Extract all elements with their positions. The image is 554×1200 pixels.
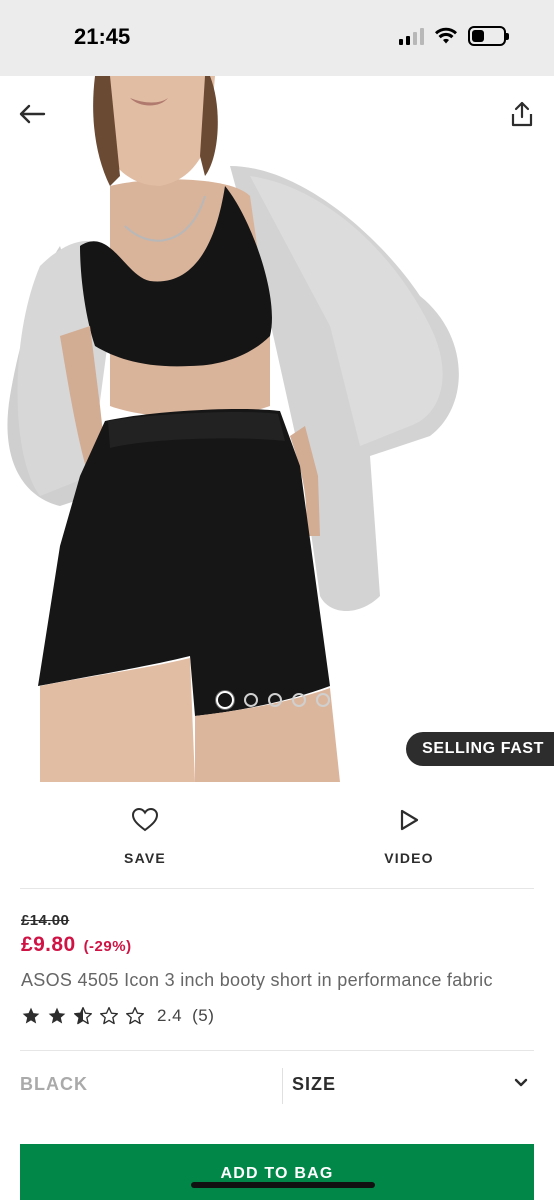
status-bar: 21:45: [0, 0, 554, 76]
discount-percent: (-29%): [83, 938, 132, 955]
home-indicator[interactable]: [191, 1182, 375, 1188]
add-to-bag-button[interactable]: ADD TO BAG: [20, 1144, 534, 1200]
product-image: [0, 76, 554, 782]
product-title: ASOS 4505 Icon 3 inch booty short in per…: [21, 970, 493, 990]
now-price: £9.80: [21, 933, 76, 956]
carousel-dot[interactable]: [216, 691, 234, 709]
divider: [282, 1068, 283, 1104]
back-button[interactable]: [12, 94, 52, 134]
product-image-gallery[interactable]: SELLING FAST: [0, 76, 554, 782]
video-button[interactable]: VIDEO: [349, 800, 469, 880]
carousel-dots[interactable]: [216, 691, 330, 709]
save-button[interactable]: SAVE: [85, 800, 205, 880]
divider: [20, 888, 534, 889]
carousel-dot[interactable]: [292, 693, 306, 707]
size-dropdown[interactable]: SIZE: [292, 1074, 336, 1095]
share-button[interactable]: [502, 94, 542, 134]
status-icons: [399, 26, 509, 46]
rating-value: 2.4: [157, 1006, 183, 1025]
play-icon: [400, 809, 419, 831]
star-filled-icon: [48, 1007, 66, 1024]
rating-summary[interactable]: 2.4 (5): [21, 1006, 214, 1026]
cellular-signal-icon: [399, 27, 424, 45]
wifi-icon: [435, 27, 457, 44]
star-half-icon: [74, 1007, 93, 1025]
variant-selector: BLACK SIZE: [20, 1068, 534, 1108]
star-filled-icon: [22, 1007, 40, 1024]
colour-label: BLACK: [20, 1074, 88, 1094]
price-block: £14.00 £9.80 (-29%): [21, 912, 541, 957]
carousel-dot[interactable]: [268, 693, 282, 707]
chevron-down-icon[interactable]: [514, 1078, 528, 1088]
share-icon: [511, 101, 533, 127]
divider: [20, 1050, 534, 1051]
battery-icon: [468, 26, 509, 46]
star-empty-icon: [100, 1007, 119, 1025]
star-rating: [21, 1006, 145, 1026]
carousel-dot[interactable]: [316, 693, 330, 707]
star-empty-icon: [126, 1007, 144, 1025]
product-actions: SAVE VIDEO: [0, 800, 554, 888]
arrow-left-icon: [19, 104, 46, 124]
heart-icon: [131, 807, 159, 832]
selling-fast-badge: SELLING FAST: [406, 732, 554, 766]
was-price: £14.00: [21, 912, 70, 929]
status-time: 21:45: [74, 24, 131, 49]
video-label: VIDEO: [384, 850, 434, 866]
save-label: SAVE: [124, 850, 166, 866]
carousel-dot[interactable]: [244, 693, 258, 707]
rating-count: (5): [192, 1006, 215, 1025]
